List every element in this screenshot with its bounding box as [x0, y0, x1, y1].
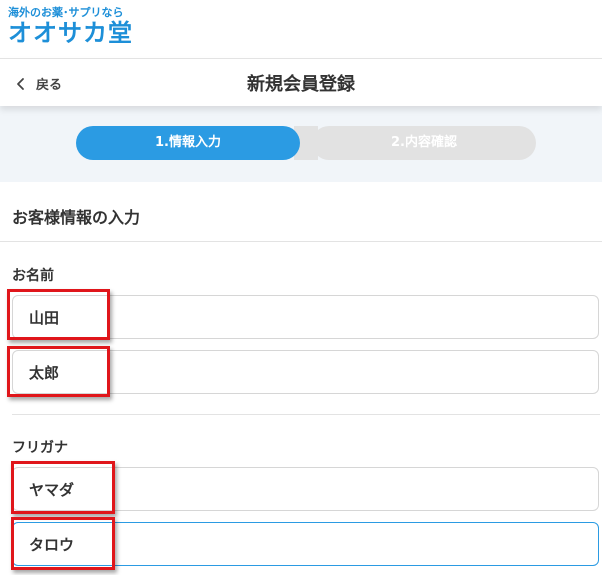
- section-divider: [0, 241, 602, 242]
- furigana-label: フリガナ: [12, 440, 68, 456]
- back-button[interactable]: 戻る: [14, 71, 62, 95]
- step-confirm: 2.内容確認: [312, 126, 536, 160]
- site-logo[interactable]: 海外のお薬･サプリなら オオサカ堂: [8, 6, 208, 52]
- step-input: 1.情報入力: [76, 126, 300, 160]
- first-name-input[interactable]: [12, 350, 599, 394]
- progress-steps: 1.情報入力 2.内容確認: [0, 106, 602, 182]
- group-divider: [12, 414, 600, 415]
- name-label: お名前: [12, 268, 54, 284]
- chevron-left-icon: [14, 76, 28, 90]
- section-title: お客様情報の入力: [12, 208, 141, 227]
- first-name-kana-input[interactable]: [12, 522, 599, 566]
- back-label: 戻る: [36, 77, 63, 93]
- header-bar: 戻る 新規会員登録: [0, 58, 602, 106]
- last-name-input[interactable]: [12, 295, 599, 339]
- page-title: 新規会員登録: [247, 74, 355, 95]
- logo-name: オオサカ堂: [8, 19, 133, 47]
- last-name-kana-input[interactable]: [12, 467, 599, 511]
